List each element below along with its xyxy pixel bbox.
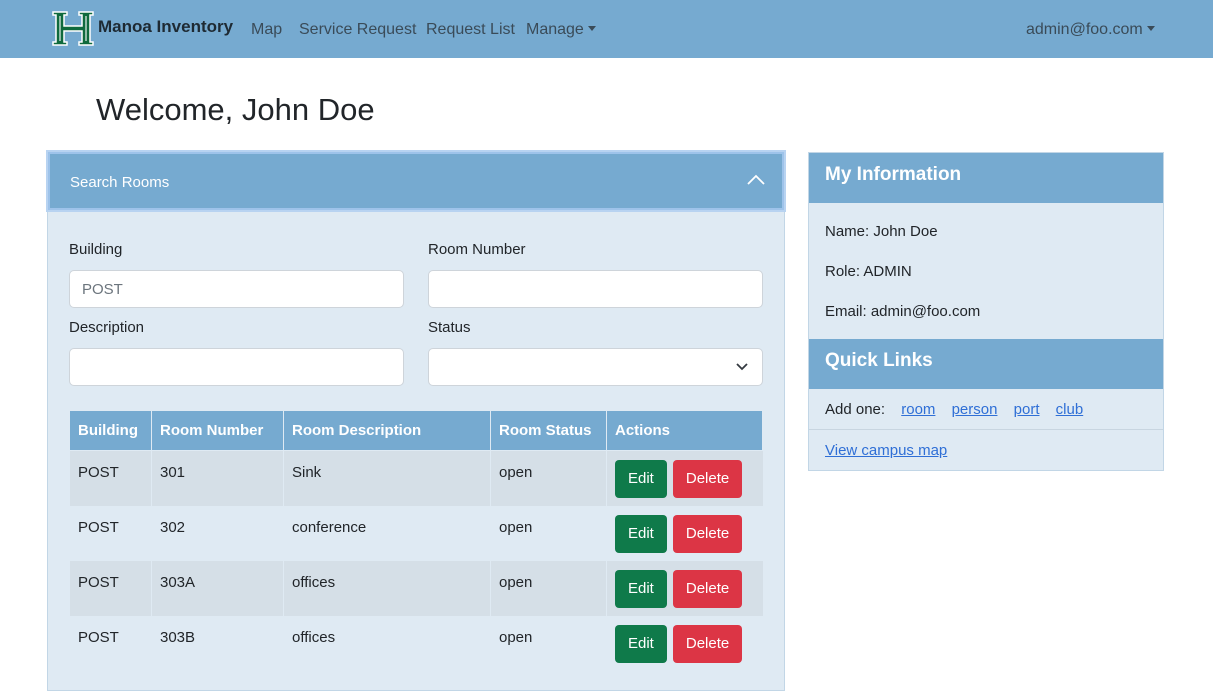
cell-building: POST <box>69 505 152 561</box>
info-email: Email: admin@foo.com <box>825 303 981 320</box>
room-number-input[interactable] <box>428 270 763 308</box>
add-room-link[interactable]: room <box>901 401 935 418</box>
room-number-label: Room Number <box>428 241 526 258</box>
info-name: Name: John Doe <box>825 223 938 240</box>
status-label: Status <box>428 319 471 336</box>
table-row: POST 303A offices open Edit Delete <box>69 560 763 616</box>
cell-room: 303B <box>151 615 284 671</box>
add-club-link[interactable]: club <box>1056 401 1084 418</box>
building-label: Building <box>69 241 123 258</box>
cell-building: POST <box>69 615 152 671</box>
table-row: POST 302 conference open Edit Delete <box>69 505 763 561</box>
cell-description: offices <box>283 560 491 616</box>
cell-status: open <box>490 615 607 671</box>
info-role: Role: ADMIN <box>825 263 912 280</box>
my-information-title: My Information <box>809 153 1163 203</box>
caret-down-icon <box>587 26 596 31</box>
edit-button[interactable]: Edit <box>615 514 667 553</box>
nav-manage-dropdown[interactable]: Manage <box>526 21 596 39</box>
cell-description: conference <box>283 505 491 561</box>
col-room-description: Room Description <box>283 410 491 451</box>
add-person-link[interactable]: person <box>952 401 998 418</box>
table-header-row: Building Room Number Room Description Ro… <box>69 410 763 451</box>
cell-room: 301 <box>151 450 284 506</box>
edit-button[interactable]: Edit <box>615 460 667 498</box>
delete-button[interactable]: Delete <box>672 514 743 553</box>
view-campus-map-link[interactable]: View campus map <box>825 442 947 459</box>
search-rooms-card: Search Rooms Building Room Number Descri… <box>47 151 785 691</box>
add-one-label: Add one: <box>825 401 886 418</box>
col-building: Building <box>69 410 152 451</box>
chevron-up-icon <box>747 174 765 185</box>
delete-button[interactable]: Delete <box>672 569 743 608</box>
search-rooms-title: Search Rooms <box>70 174 170 191</box>
description-input[interactable] <box>69 348 404 386</box>
nav-service-request[interactable]: Service Request <box>299 21 416 39</box>
nav-map[interactable]: Map <box>251 21 282 39</box>
nav-manage-label: Manage <box>526 21 584 38</box>
cell-actions: Edit Delete <box>606 505 763 561</box>
cell-building: POST <box>69 450 152 506</box>
cell-actions: Edit Delete <box>606 450 763 506</box>
col-room-status: Room Status <box>490 410 607 451</box>
user-email-label: admin@foo.com <box>1026 21 1143 38</box>
cell-status: open <box>490 450 607 506</box>
cell-status: open <box>490 505 607 561</box>
divider <box>809 429 1163 430</box>
rooms-table: Building Room Number Room Description Ro… <box>69 410 763 671</box>
edit-button[interactable]: Edit <box>615 569 667 608</box>
caret-down-icon <box>1146 26 1155 31</box>
cell-room: 303A <box>151 560 284 616</box>
cell-description: Sink <box>283 450 491 506</box>
uh-logo-icon[interactable] <box>52 11 94 46</box>
cell-actions: Edit Delete <box>606 560 763 616</box>
cell-building: POST <box>69 560 152 616</box>
cell-room: 302 <box>151 505 284 561</box>
add-port-link[interactable]: port <box>1014 401 1040 418</box>
description-label: Description <box>69 319 145 336</box>
chevron-down-icon <box>736 363 748 371</box>
quick-links-title: Quick Links <box>809 339 1163 389</box>
cell-actions: Edit Delete <box>606 615 763 671</box>
building-input[interactable] <box>69 270 404 308</box>
cell-status: open <box>490 560 607 616</box>
col-actions: Actions <box>606 410 763 451</box>
page-title: Welcome, John Doe <box>96 92 375 127</box>
delete-button[interactable]: Delete <box>672 460 743 498</box>
table-row: POST 301 Sink open Edit Delete <box>69 450 763 506</box>
table-row: POST 303B offices open Edit Delete <box>69 615 763 671</box>
user-menu-dropdown[interactable]: admin@foo.com <box>1026 21 1155 39</box>
nav-request-list[interactable]: Request List <box>426 21 515 39</box>
status-select[interactable] <box>428 348 763 386</box>
navbar: Manoa Inventory Map Service Request Requ… <box>0 0 1213 58</box>
my-information-card: My Information Name: John Doe Role: ADMI… <box>808 152 1164 471</box>
cell-description: offices <box>283 615 491 671</box>
search-rooms-toggle[interactable]: Search Rooms <box>48 152 784 210</box>
brand-name[interactable]: Manoa Inventory <box>98 17 233 37</box>
edit-button[interactable]: Edit <box>615 624 667 663</box>
col-room-number: Room Number <box>151 410 284 451</box>
quick-links-row: Add one: room person port club <box>825 401 1083 418</box>
delete-button[interactable]: Delete <box>672 624 743 663</box>
